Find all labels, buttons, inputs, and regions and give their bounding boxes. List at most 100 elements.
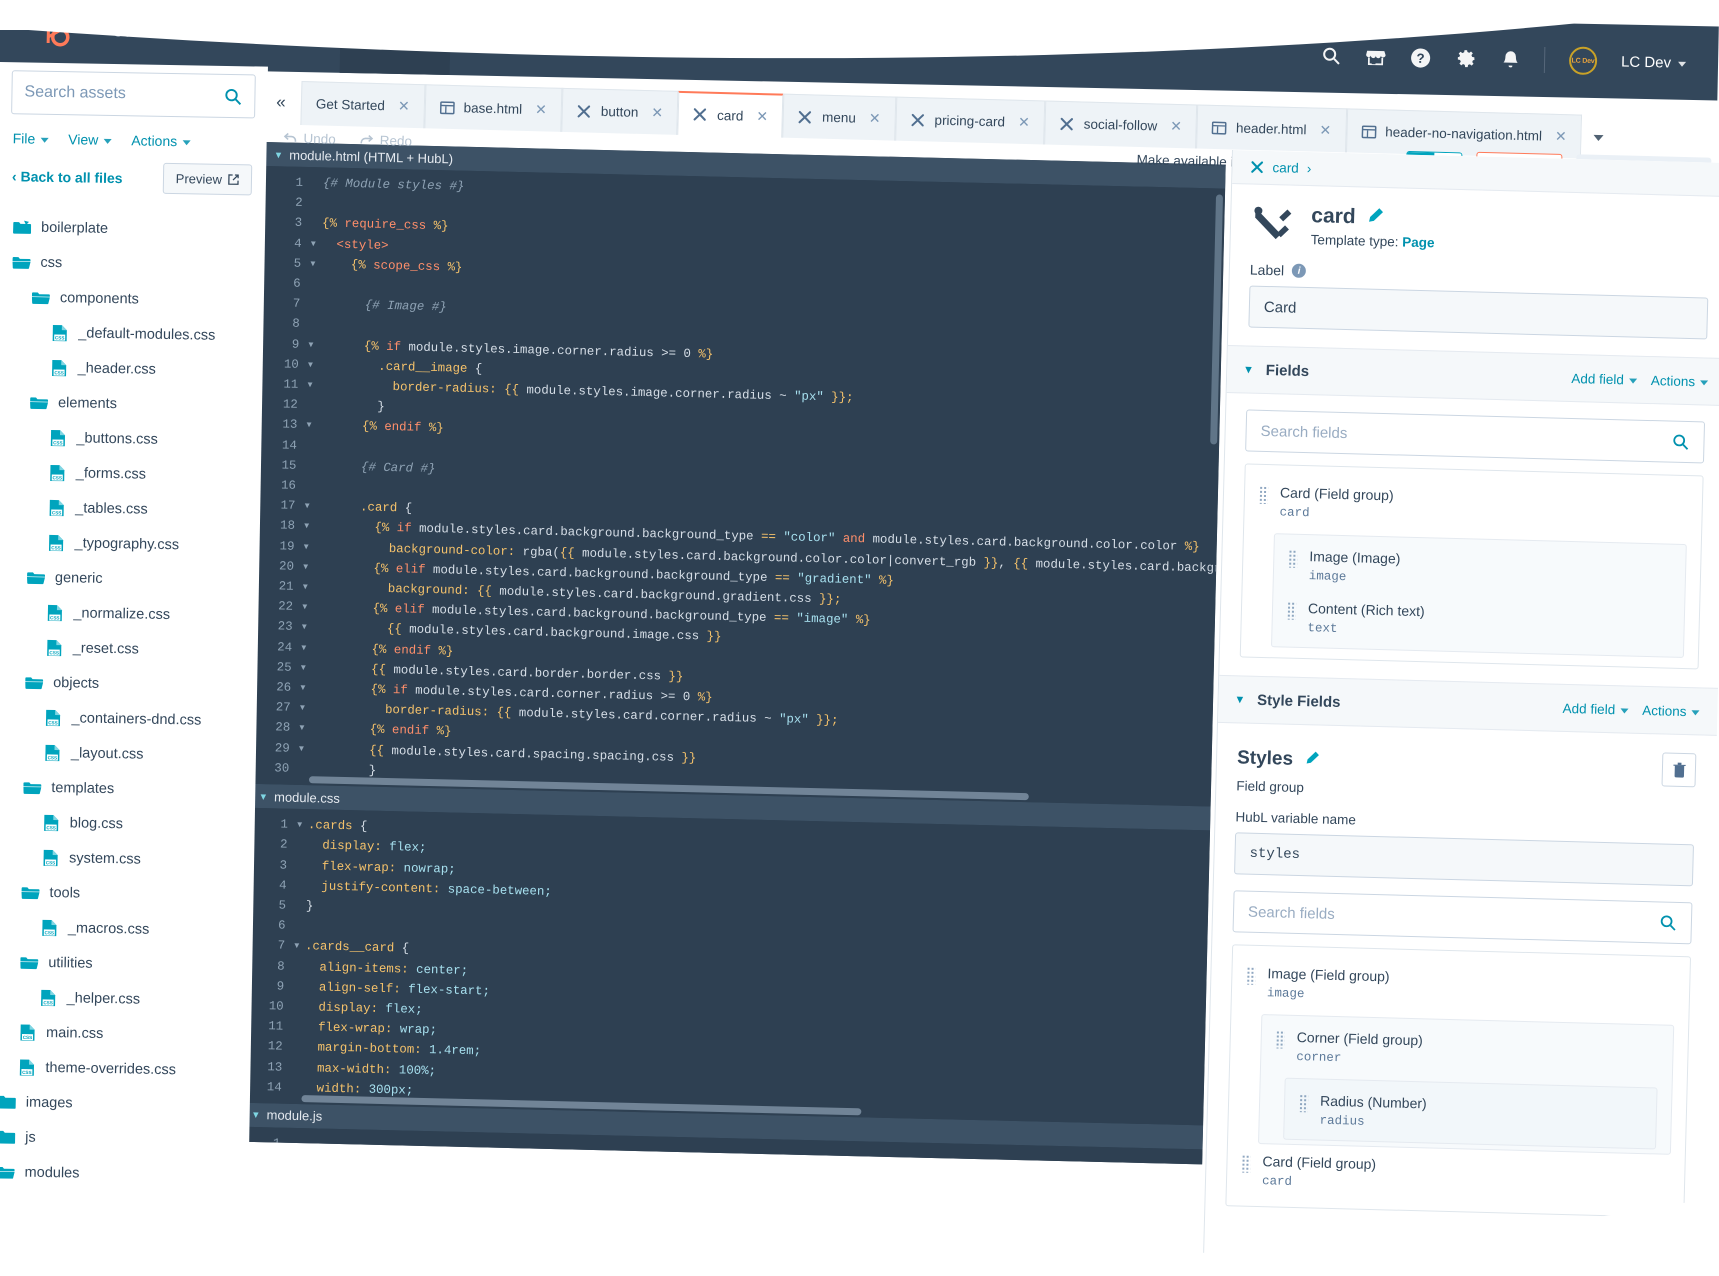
style-actions-button[interactable]: Actions <box>1642 702 1700 719</box>
drag-handle-icon[interactable] <box>1258 485 1269 505</box>
tree-file--reset-css[interactable]: CSS _reset.css <box>0 629 258 669</box>
tree-file-main-css[interactable]: CSS main.css <box>0 1014 251 1054</box>
close-icon[interactable]: ✕ <box>398 98 410 115</box>
tree-folder-modules[interactable]: modules <box>0 1154 249 1194</box>
tree-folder-components[interactable]: components <box>0 279 264 319</box>
close-icon[interactable]: ✕ <box>651 104 663 121</box>
tree-folder-objects[interactable]: objects <box>0 664 257 704</box>
editor-code-block[interactable]: 1 ▾ .cards { 2 display: flex; 3 flex-wrap:… <box>243 807 1211 1126</box>
nav-item-service[interactable]: Service <box>532 31 626 50</box>
tree-item-label: js <box>25 1129 36 1146</box>
tree-file--macros-css[interactable]: CSS _macros.css <box>0 909 253 949</box>
folder-icon <box>0 1129 16 1145</box>
nav-item-sales[interactable]: Sales <box>450 30 532 49</box>
code-lines[interactable]: 1 ▾ .cards { 2 display: flex; 3 flex-wrap:… <box>243 808 1210 1125</box>
search-icon <box>1673 434 1689 450</box>
back-to-all-files-link[interactable]: ‹ Back to all files <box>12 168 123 186</box>
drag-handle-icon[interactable] <box>1288 549 1298 568</box>
drag-handle-icon[interactable] <box>1286 601 1297 620</box>
delete-style-group-button[interactable] <box>1661 752 1697 788</box>
style-add-field-button[interactable]: Add field <box>1562 700 1629 717</box>
svg-text:CSS: CSS <box>46 825 56 830</box>
redo-button[interactable]: Redo <box>347 126 424 155</box>
close-icon[interactable]: ✕ <box>535 101 547 118</box>
style-fields-search-input[interactable]: Search fields <box>1232 890 1693 945</box>
drag-handle-icon[interactable] <box>1275 1030 1285 1049</box>
chevron-down-icon[interactable]: ▾ <box>1245 361 1252 377</box>
code-editor[interactable]: ▾ module.html (HTML + HubL) 1 {# Module sty… <box>242 142 1226 1165</box>
tree-file--tables-css[interactable]: CSS _tables.css <box>0 489 261 529</box>
label-input[interactable]: Card <box>1248 285 1709 340</box>
file-menu-file[interactable]: File <box>13 130 49 147</box>
tree-folder-images[interactable]: images <box>0 1084 250 1124</box>
nav-item-automation[interactable]: Automation <box>626 33 746 52</box>
tree-file--buttons-css[interactable]: CSS _buttons.css <box>0 419 262 459</box>
field-item[interactable]: Corner (Field group) corner <box>1261 1019 1673 1082</box>
close-icon[interactable]: ✕ <box>1170 118 1182 135</box>
file-menu-view[interactable]: View <box>68 131 112 148</box>
tree-file--forms-css[interactable]: CSS _forms.css <box>0 454 261 494</box>
field-item[interactable]: Card (Field group) card <box>1227 1143 1685 1207</box>
nav-item-conversations[interactable]: Conversations <box>200 25 340 45</box>
template-type-value[interactable]: Page <box>1402 234 1435 250</box>
file-menu-actions[interactable]: Actions <box>131 132 191 149</box>
search-assets-input[interactable]: Search assets <box>11 70 256 119</box>
editor-code-block[interactable]: 1 {# Module styles #} 2 3 {% require_css %… <box>250 165 1226 807</box>
drag-handle-icon[interactable] <box>1246 966 1256 985</box>
field-item[interactable]: Content (Rich text) text <box>1272 590 1684 653</box>
tree-file--header-css[interactable]: CSS _header.css <box>0 349 263 389</box>
marketplace-icon[interactable] <box>1365 46 1386 66</box>
tree-folder-tools[interactable]: tools <box>0 874 254 914</box>
search-icon[interactable] <box>1321 46 1341 66</box>
nav-item-partner[interactable]: Partner <box>842 37 936 56</box>
drag-handle-icon[interactable] <box>1241 1154 1251 1173</box>
hubl-variable-input[interactable]: styles <box>1234 832 1694 887</box>
tree-file--default-modules-css[interactable]: CSS _default-modules.css <box>0 314 264 354</box>
preview-button-sidebar[interactable]: Preview <box>162 162 253 196</box>
pencil-icon[interactable] <box>1305 749 1321 771</box>
tree-folder-templates[interactable]: templates <box>0 769 256 809</box>
tree-file--containers-dnd-css[interactable]: CSS _containers-dnd.css <box>0 699 257 739</box>
field-item[interactable]: Card (Field group) card <box>1244 474 1702 538</box>
fields-search-input[interactable]: Search fields <box>1245 409 1706 464</box>
tree-folder-elements[interactable]: elements <box>0 384 262 424</box>
tree-folder-boilerplate[interactable]: boilerplate <box>0 209 265 249</box>
tree-folder-js[interactable]: js <box>0 1119 250 1159</box>
tree-file--helper-css[interactable]: CSS _helper.css <box>0 979 252 1019</box>
breadcrumb-label[interactable]: card <box>1272 160 1299 176</box>
tree-file-system-css[interactable]: CSS system.css <box>0 839 254 879</box>
add-field-button[interactable]: Add field <box>1571 370 1637 387</box>
pencil-icon[interactable] <box>1367 206 1385 230</box>
undo-button[interactable]: Undo <box>271 124 348 153</box>
tree-folder-css[interactable]: css <box>0 244 265 284</box>
tree-file--typography-css[interactable]: CSS _typography.css <box>0 524 260 564</box>
settings-gear-icon[interactable] <box>1455 47 1477 69</box>
hubspot-logo-icon[interactable] <box>35 10 76 51</box>
code-lines[interactable]: 1 {# Module styles #} 2 3 {% require_css %… <box>251 166 1225 807</box>
field-item[interactable]: Radius (Number) radius <box>1284 1083 1656 1145</box>
chevron-down-icon[interactable]: ▾ <box>253 1108 259 1121</box>
close-icon[interactable]: ✕ <box>869 110 881 127</box>
help-icon[interactable]: ? <box>1410 47 1431 68</box>
drag-handle-icon[interactable] <box>1298 1094 1309 1113</box>
tree-file--normalize-css[interactable]: CSS _normalize.css <box>0 594 259 634</box>
field-item[interactable]: Image (Field group) image <box>1232 955 1690 1019</box>
tree-folder-utilities[interactable]: utilities <box>0 944 253 984</box>
notifications-bell-icon[interactable] <box>1501 49 1520 70</box>
tree-file-theme-overrides-css[interactable]: CSS theme-overrides.css <box>0 1049 251 1089</box>
avatar[interactable]: LC Dev <box>1568 46 1598 76</box>
tree-file--layout-css[interactable]: CSS _layout.css <box>0 734 256 774</box>
chevron-down-icon[interactable]: ▾ <box>1236 691 1243 707</box>
chevron-down-icon[interactable]: ▾ <box>260 790 266 803</box>
info-icon[interactable]: i <box>1291 263 1307 278</box>
close-icon[interactable]: ✕ <box>1018 114 1030 131</box>
tree-file-blog-css[interactable]: CSS blog.css <box>0 804 255 844</box>
close-icon[interactable]: ✕ <box>1555 128 1567 145</box>
fields-actions-button[interactable]: Actions <box>1651 373 1709 389</box>
account-menu[interactable]: LC Dev <box>1621 53 1687 71</box>
close-icon[interactable]: ✕ <box>1319 122 1331 139</box>
tree-folder-generic[interactable]: generic <box>0 559 259 599</box>
close-icon[interactable]: ✕ <box>756 107 768 124</box>
nav-item-reports[interactable]: Reports <box>746 35 843 54</box>
nav-item-contacts[interactable]: Contacts <box>97 22 201 41</box>
